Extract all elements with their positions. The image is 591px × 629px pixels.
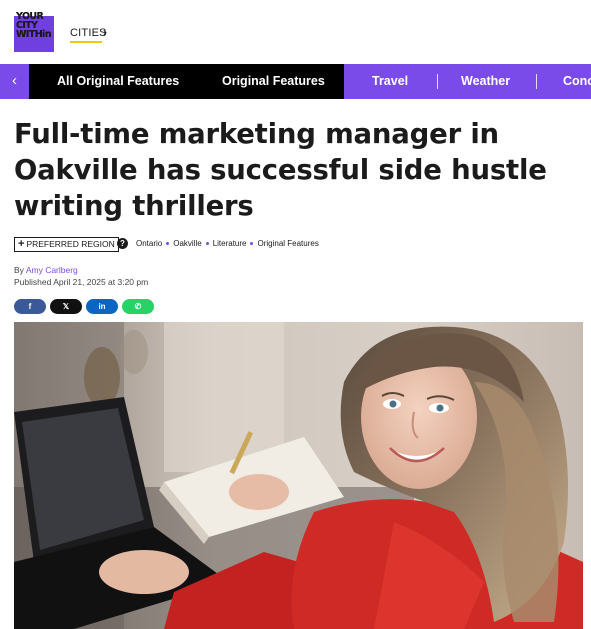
plus-icon: +: [18, 238, 25, 250]
cities-underline: [70, 41, 102, 43]
linkedin-icon: in: [98, 302, 106, 311]
x-icon: 𝕏: [62, 302, 70, 311]
nav-divider: [437, 74, 438, 89]
tag-literature[interactable]: Literature: [213, 239, 247, 248]
category-nav: ‹ All Original Features Original Feature…: [0, 64, 591, 99]
share-x-button[interactable]: 𝕏: [50, 299, 82, 314]
tag-separator: [205, 241, 209, 245]
nav-item-conc[interactable]: Conc: [563, 64, 591, 99]
article-hero-image: [14, 322, 583, 629]
chevron-right-icon[interactable]: ›: [103, 25, 107, 39]
share-whatsapp-button[interactable]: ✆: [122, 299, 154, 314]
author-link[interactable]: Amy Carlberg: [26, 265, 78, 275]
help-icon[interactable]: ?: [117, 238, 128, 249]
tag-ontario[interactable]: Ontario: [136, 239, 162, 248]
site-header: YOUR CITY WITHin CITIES ›: [0, 0, 591, 62]
tag-oakville[interactable]: Oakville: [173, 239, 201, 248]
cities-menu[interactable]: CITIES: [70, 27, 107, 39]
site-logo[interactable]: YOUR CITY WITHin: [14, 12, 56, 53]
tag-list: Ontario Oakville Literature Original Featur…: [136, 239, 319, 248]
logo-text: YOUR CITY WITHin: [16, 12, 51, 40]
share-facebook-button[interactable]: f: [14, 299, 46, 314]
nav-item-all-original-features[interactable]: All Original Features: [57, 64, 179, 99]
tag-separator: [166, 241, 170, 245]
published-date: Published April 21, 2025 at 3:20 pm: [14, 277, 149, 287]
whatsapp-icon: ✆: [134, 302, 142, 311]
nav-item-original-features[interactable]: Original Features: [222, 64, 325, 99]
hero-photo-illustration: [14, 322, 583, 629]
byline-prefix: By: [14, 265, 24, 275]
article-title: Full-time marketing manager in Oakville …: [14, 118, 547, 222]
nav-scroll-left-icon[interactable]: ‹: [0, 64, 29, 99]
nav-item-travel[interactable]: Travel: [372, 64, 408, 99]
byline: By Amy Carlberg: [14, 265, 78, 275]
tag-original-features[interactable]: Original Features: [257, 239, 318, 248]
share-linkedin-button[interactable]: in: [86, 299, 118, 314]
tag-separator: [250, 241, 254, 245]
nav-item-weather[interactable]: Weather: [461, 64, 510, 99]
preferred-region-label: PREFERRED REGION: [26, 239, 115, 249]
facebook-icon: f: [28, 302, 32, 311]
logo-line-3: WITHin: [16, 29, 51, 40]
nav-divider: [536, 74, 537, 89]
preferred-region-button[interactable]: + PREFERRED REGION: [14, 237, 119, 252]
